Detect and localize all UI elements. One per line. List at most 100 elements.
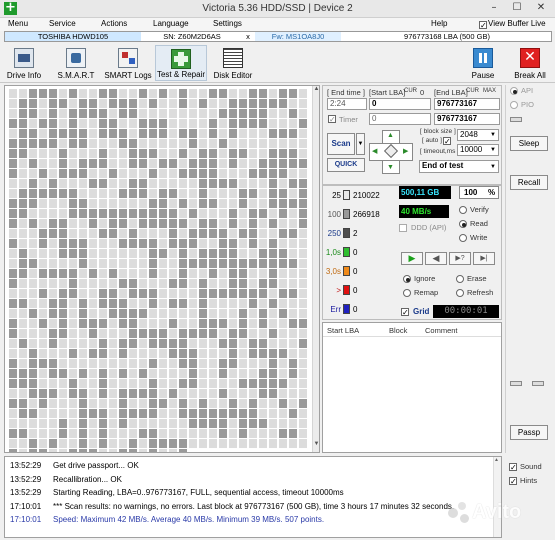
grid-block	[129, 449, 137, 452]
col-comment[interactable]: Comment	[425, 326, 458, 335]
timer-value-field[interactable]: 0	[369, 113, 431, 125]
grid-block	[189, 189, 197, 198]
grid-block	[179, 259, 187, 268]
smart-logs-button[interactable]: SMART Logs	[104, 45, 152, 81]
grid-checkbox[interactable]: ✓	[401, 308, 409, 317]
grid-block	[269, 189, 277, 198]
direction-pad[interactable]: ▲ ▼ ◀ ▶	[369, 130, 413, 174]
grid-block	[59, 89, 67, 98]
recall-button[interactable]: Recall	[510, 175, 548, 190]
block-size-select[interactable]: 2048 ▼	[457, 129, 499, 141]
end-lba-field[interactable]: 976773167	[434, 98, 500, 110]
start-lba-field[interactable]: 0	[369, 98, 431, 110]
grid-block	[59, 319, 67, 328]
write-radio[interactable]	[459, 234, 467, 242]
grid-block	[229, 319, 237, 328]
menu-item-settings[interactable]: Settings	[213, 19, 242, 28]
grid-block	[129, 149, 137, 158]
remap-radio[interactable]	[403, 289, 411, 297]
col-start-lba[interactable]: Start LBA	[327, 326, 359, 335]
grid-block	[179, 209, 187, 218]
scroll-up-icon[interactable]: ▲	[494, 457, 499, 463]
api-radio[interactable]	[510, 87, 518, 95]
grid-block	[39, 129, 47, 138]
verify-radio[interactable]	[459, 206, 467, 214]
grid-block	[269, 109, 277, 118]
grid-block	[289, 349, 297, 358]
col-block[interactable]: Block	[389, 326, 407, 335]
sleep-button[interactable]: Sleep	[510, 136, 548, 151]
arrow-left-icon[interactable]: ◀	[372, 147, 377, 155]
grid-block	[239, 429, 247, 438]
refresh-radio[interactable]	[456, 289, 464, 297]
grid-block	[169, 339, 177, 348]
log-scrollbar[interactable]: ▲	[493, 457, 501, 537]
pio-radio[interactable]	[510, 101, 518, 109]
close-button[interactable]: ✕	[532, 3, 550, 14]
smart-button[interactable]: S.M.A.R.T	[52, 45, 100, 81]
quick-button[interactable]: QUICK	[327, 158, 365, 172]
drive-model[interactable]: TOSHIBA HDWD105	[5, 32, 141, 41]
menu-item-actions[interactable]: Actions	[101, 19, 127, 28]
test-repair-button[interactable]: Test & Repair	[155, 45, 207, 81]
play-icon[interactable]: ▶	[401, 252, 423, 265]
sound-checkbox[interactable]: ✓	[509, 463, 517, 472]
arrow-down-icon[interactable]: ▼	[387, 164, 394, 171]
start-cur-value: 0	[420, 88, 425, 97]
disk-editor-button[interactable]: Disk Editor	[211, 45, 255, 81]
event-log: 13:52:29 Get drive passport... OK 13:52:29…	[4, 456, 502, 538]
break-all-button[interactable]: ✕ Break All	[510, 45, 550, 81]
grid-block	[9, 449, 17, 452]
scan-button[interactable]: Scan	[327, 133, 355, 155]
grid-block	[199, 179, 207, 188]
scroll-up-icon[interactable]: ▲	[313, 86, 319, 96]
timer-checkbox[interactable]: ✓	[328, 115, 336, 124]
menu-item-service[interactable]: Service	[49, 19, 76, 28]
auto-checkbox[interactable]: ✓	[443, 137, 451, 146]
grid-block	[49, 269, 57, 278]
end-cur-label[interactable]: CUR	[466, 88, 479, 94]
menu-item-menu[interactable]: Menu	[8, 19, 28, 28]
grid-block	[149, 259, 157, 268]
rewind-icon[interactable]: ◀	[425, 252, 447, 265]
end-max-label[interactable]: MAX	[483, 88, 496, 94]
end-icon[interactable]: ▶|	[473, 252, 495, 265]
buffer-live-checkbox[interactable]: ✓	[479, 21, 487, 30]
arrow-up-icon[interactable]: ▲	[387, 132, 394, 139]
grid-label: Grid	[413, 307, 430, 316]
grid-block	[199, 279, 207, 288]
end-time-field[interactable]: 2:24	[327, 98, 367, 110]
start-cur-label[interactable]: CUR	[404, 88, 417, 94]
grid-block	[289, 149, 297, 158]
skip-icon[interactable]: ▶?	[449, 252, 471, 265]
scan-dropdown-icon[interactable]: ▼	[356, 133, 365, 155]
ddd-api-checkbox[interactable]	[399, 224, 407, 232]
maximize-button[interactable]: ☐	[508, 3, 526, 14]
end-lba-field-2[interactable]: 976773167	[434, 113, 500, 125]
grid-block	[169, 429, 177, 438]
scroll-down-icon[interactable]: ▼	[313, 441, 319, 451]
grid-block	[179, 409, 187, 418]
grid-block	[39, 309, 47, 318]
pause-button[interactable]: Pause	[466, 45, 500, 81]
end-action-select[interactable]: End of test ▼	[419, 160, 499, 173]
read-radio[interactable]	[459, 220, 467, 228]
drive-close-x[interactable]: x	[242, 32, 254, 41]
arrow-right-icon[interactable]: ▶	[403, 147, 408, 155]
grid-block	[279, 219, 287, 228]
grid-block	[129, 349, 137, 358]
erase-radio[interactable]	[456, 275, 464, 283]
menu-item-language[interactable]: Language	[153, 19, 189, 28]
grid-block	[39, 389, 47, 398]
menu-item-help[interactable]: Help	[431, 19, 447, 28]
minimize-button[interactable]: –	[485, 3, 503, 14]
grid-block	[289, 369, 297, 378]
grid-block	[29, 299, 37, 308]
passp-button[interactable]: Passp	[510, 425, 548, 440]
drive-info-button[interactable]: Drive Info	[4, 45, 44, 81]
grid-block	[159, 179, 167, 188]
ignore-radio[interactable]	[403, 275, 411, 283]
hints-checkbox[interactable]: ✓	[509, 477, 517, 486]
grid-block	[169, 379, 177, 388]
timeout-select[interactable]: 10000 ▼	[457, 144, 499, 156]
